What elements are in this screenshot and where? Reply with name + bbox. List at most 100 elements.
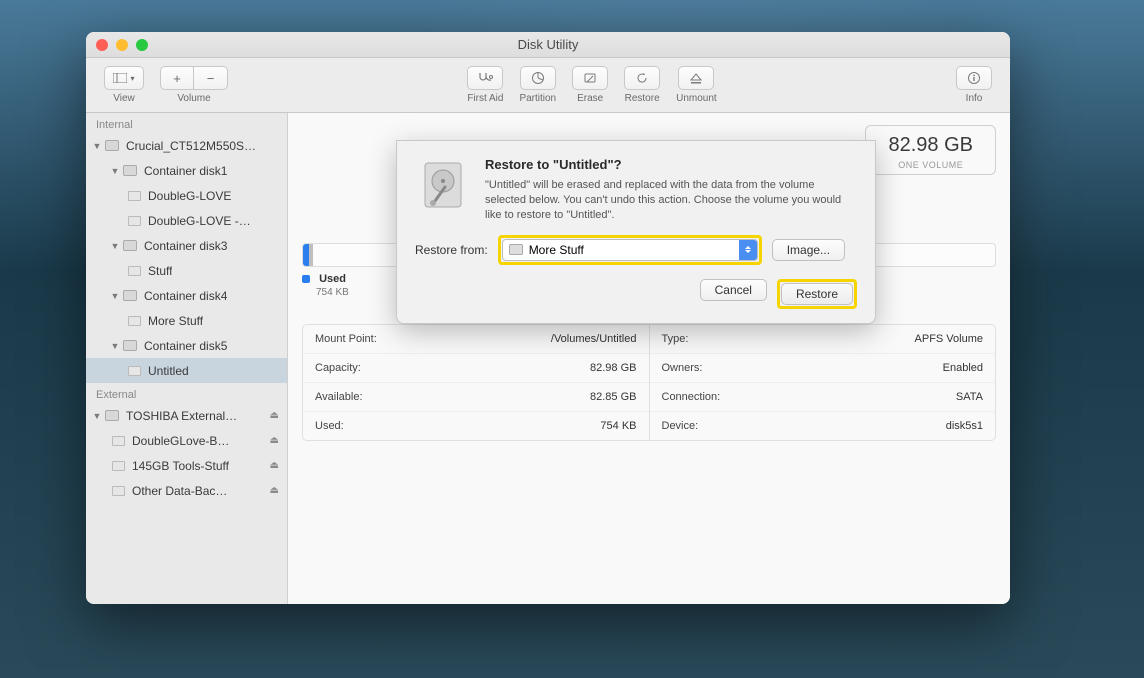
chevron-down-icon[interactable]: ▼ [92, 411, 102, 421]
chevron-down-icon[interactable]: ▼ [92, 141, 102, 151]
drive-icon [123, 340, 137, 351]
volume-icon [112, 436, 125, 446]
sidebar-item-untitled[interactable]: Untitled [86, 358, 287, 383]
info-val: SATA [956, 391, 983, 403]
drive-icon [123, 240, 137, 251]
eject-icon[interactable]: ⏏ [270, 485, 279, 496]
window-title: Disk Utility [86, 37, 1010, 52]
volume-icon [128, 316, 141, 326]
sidebar-item-label: Container disk5 [144, 339, 227, 353]
sidebar-item-container5[interactable]: ▼ Container disk5 [86, 333, 287, 358]
pie-icon [531, 71, 545, 85]
sidebar-item-crucial[interactable]: ▼ Crucial_CT512M550S… [86, 133, 287, 158]
restore-confirm-button[interactable]: Restore [781, 283, 853, 305]
info-val: /Volumes/Untitled [551, 333, 637, 345]
sidebar-item-label: Container disk3 [144, 239, 227, 253]
info-val: 82.85 GB [590, 391, 636, 403]
sidebar-item-label: Untitled [148, 364, 189, 378]
sidebar-item-container1[interactable]: ▼ Container disk1 [86, 158, 287, 183]
volume-icon [128, 366, 141, 376]
sidebar-icon [113, 73, 127, 83]
info-button[interactable] [956, 66, 992, 90]
chevron-down-icon[interactable]: ▼ [110, 166, 120, 176]
sidebar-section-internal: Internal [86, 113, 287, 133]
modal-title: Restore to "Untitled"? [485, 157, 857, 172]
sidebar-item-doubleg2[interactable]: DoubleG-LOVE -… [86, 208, 287, 233]
capacity-box: 82.98 GB ONE VOLUME [865, 125, 996, 175]
cancel-button[interactable]: Cancel [700, 279, 767, 301]
toolbar: ▾ View + − Volume First Aid Partition [86, 58, 1010, 113]
legend-name: Used [319, 273, 346, 285]
chevron-down-icon[interactable]: ▼ [110, 241, 120, 251]
close-icon[interactable] [96, 39, 108, 51]
info-key: Capacity: [315, 362, 361, 374]
capacity-sub: ONE VOLUME [888, 160, 973, 170]
info-val: 82.98 GB [590, 362, 636, 374]
button-label: Cancel [715, 283, 752, 297]
info-label: Info [966, 93, 983, 104]
erase-icon [583, 72, 597, 84]
restore-from-label: Restore from: [415, 243, 488, 257]
view-label: View [113, 93, 135, 104]
sidebar-item-dglove[interactable]: DoubleGLove-B… ⏏ [86, 428, 287, 453]
restore-sheet: Restore to "Untitled"? "Untitled" will b… [396, 140, 876, 324]
sidebar-item-otherdata[interactable]: Other Data-Bac… ⏏ [86, 478, 287, 503]
sidebar-item-stuff[interactable]: Stuff [86, 258, 287, 283]
restore-button[interactable] [624, 66, 660, 90]
volume-add-button[interactable]: + [160, 66, 194, 90]
volume-icon [112, 486, 125, 496]
titlebar: Disk Utility [86, 32, 1010, 58]
sidebar-item-145tools[interactable]: 145GB Tools-Stuff ⏏ [86, 453, 287, 478]
eject-icon[interactable]: ⏏ [270, 410, 279, 421]
info-val: disk5s1 [946, 420, 983, 432]
minimize-icon[interactable] [116, 39, 128, 51]
unmount-label: Unmount [676, 93, 717, 104]
sidebar-item-morestuff[interactable]: More Stuff [86, 308, 287, 333]
sidebar-item-toshiba[interactable]: ▼ TOSHIBA External… ⏏ [86, 403, 287, 428]
info-table: Mount Point:/Volumes/Untitled Capacity:8… [302, 324, 996, 441]
sidebar-item-label: Container disk4 [144, 289, 227, 303]
eject-icon[interactable]: ⏏ [270, 460, 279, 471]
sidebar-item-container4[interactable]: ▼ Container disk4 [86, 283, 287, 308]
stethoscope-icon [477, 71, 493, 85]
drive-icon [105, 140, 119, 151]
eject-icon [690, 73, 702, 84]
eject-icon[interactable]: ⏏ [270, 435, 279, 446]
capacity-value: 82.98 GB [888, 134, 973, 157]
modal-description: "Untitled" will be erased and replaced w… [485, 178, 857, 223]
sidebar-item-label: More Stuff [148, 314, 203, 328]
volume-icon [128, 266, 141, 276]
sidebar-item-label: DoubleG-LOVE [148, 189, 231, 203]
chevron-down-icon[interactable]: ▼ [110, 291, 120, 301]
view-button[interactable]: ▾ [104, 66, 144, 90]
partition-button[interactable] [520, 66, 556, 90]
sidebar-item-container3[interactable]: ▼ Container disk3 [86, 233, 287, 258]
sidebar-item-label: TOSHIBA External… [126, 409, 237, 423]
volume-icon [128, 216, 141, 226]
usage-other-segment [309, 244, 313, 266]
image-button[interactable]: Image... [772, 239, 845, 261]
info-val: 754 KB [600, 420, 636, 432]
erase-button[interactable] [572, 66, 608, 90]
volume-remove-button[interactable]: − [194, 66, 228, 90]
drive-icon [123, 290, 137, 301]
info-val: APFS Volume [915, 333, 983, 345]
drive-icon [123, 165, 137, 176]
unmount-button[interactable] [678, 66, 714, 90]
sidebar-item-label: Other Data-Bac… [132, 484, 227, 498]
hard-drive-icon [415, 157, 471, 215]
sidebar-item-label: Crucial_CT512M550S… [126, 139, 256, 153]
info-key: Device: [662, 420, 699, 432]
volume-label: Volume [177, 93, 210, 104]
restore-from-select[interactable]: More Stuff [502, 239, 758, 261]
sidebar-item-doubleg[interactable]: DoubleG-LOVE [86, 183, 287, 208]
disk-utility-window: Disk Utility ▾ View + − Volume First Ai [86, 32, 1010, 604]
info-key: Available: [315, 391, 363, 403]
restore-label: Restore [625, 93, 660, 104]
volume-icon [128, 191, 141, 201]
chevron-down-icon[interactable]: ▼ [110, 341, 120, 351]
sidebar-item-label: DoubleGLove-B… [132, 434, 229, 448]
info-val: Enabled [943, 362, 983, 374]
zoom-icon[interactable] [136, 39, 148, 51]
first-aid-button[interactable] [467, 66, 503, 90]
